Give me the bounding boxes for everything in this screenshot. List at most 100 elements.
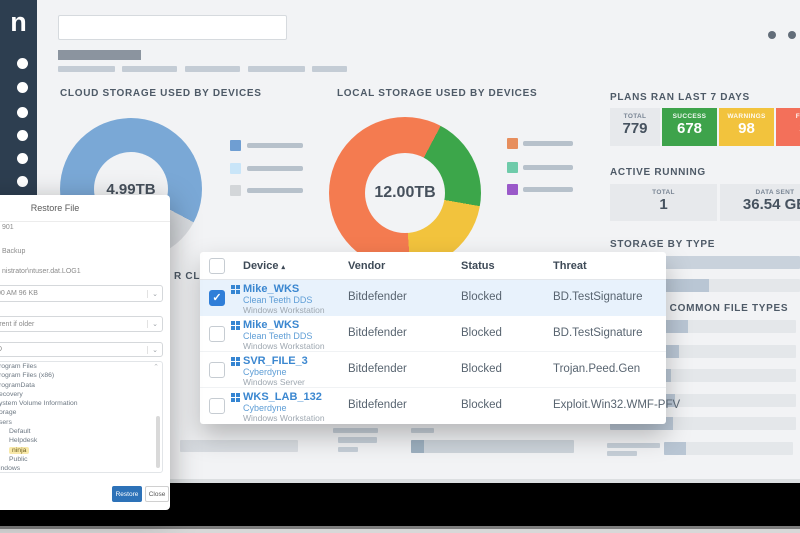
stat-label: TOTAL bbox=[610, 113, 660, 120]
header-menu-dot-icon[interactable] bbox=[788, 31, 796, 39]
placeholder-bar bbox=[338, 447, 358, 452]
device-org: Clean Teeth DDS bbox=[243, 331, 312, 341]
table-row[interactable]: WKS_LAB_132 Cyberdyne Windows Workstatio… bbox=[200, 388, 666, 424]
tree-scrollbar[interactable] bbox=[156, 416, 160, 468]
device-name[interactable]: SVR_FILE_3 bbox=[243, 355, 308, 367]
local-storage-title: LOCAL STORAGE USED BY DEVICES bbox=[337, 88, 537, 99]
tab-placeholder[interactable] bbox=[185, 66, 240, 72]
stat-label: TOTAL bbox=[610, 189, 717, 196]
column-device[interactable]: Device ▴ bbox=[243, 260, 285, 272]
device-os: Windows Workstation bbox=[243, 341, 325, 351]
tree-item[interactable]: rogram Files (x86) bbox=[0, 371, 162, 380]
app-logo: n bbox=[0, 8, 37, 36]
vendor-cell: Bitdefender bbox=[348, 291, 407, 303]
restore-button[interactable]: Restore bbox=[112, 486, 142, 502]
tab-placeholder[interactable] bbox=[122, 66, 177, 72]
version-dropdown[interactable]: 00 AM 96 KB ⌄ bbox=[0, 285, 163, 302]
stat-total-plans: TOTAL 779 bbox=[610, 108, 660, 146]
legend-swatch-icon bbox=[507, 184, 518, 195]
overwrite-dropdown[interactable]: rrent if older ⌄ bbox=[0, 316, 163, 332]
row-checkbox[interactable]: ✓ bbox=[209, 290, 225, 306]
legend-swatch-icon bbox=[507, 138, 518, 149]
vendor-cell: Bitdefender bbox=[348, 363, 407, 375]
device-os: Windows Workstation bbox=[243, 305, 325, 315]
tab-placeholder[interactable] bbox=[312, 66, 347, 72]
select-all-checkbox[interactable] bbox=[209, 258, 225, 274]
location-dropdown[interactable]: D ⌄ bbox=[0, 342, 163, 357]
legend-label-placeholder bbox=[523, 187, 573, 192]
device-name[interactable]: Mike_WKS bbox=[243, 319, 299, 331]
stat-warnings: WARNINGS 98 bbox=[719, 108, 774, 146]
stat-value: 779 bbox=[610, 120, 660, 138]
tree-item[interactable]: Default bbox=[0, 427, 162, 436]
file-type-bar bbox=[664, 442, 793, 455]
stat-label: WARNINGS bbox=[719, 113, 774, 120]
threat-cell: BD.TestSignature bbox=[553, 291, 643, 303]
tree-item[interactable]: Public bbox=[0, 455, 162, 464]
tab-placeholder[interactable] bbox=[248, 66, 305, 72]
divider bbox=[0, 221, 170, 222]
row-checkbox[interactable] bbox=[209, 362, 225, 378]
status-cell: Blocked bbox=[461, 291, 502, 303]
status-cell: Blocked bbox=[461, 327, 502, 339]
sort-asc-icon: ▴ bbox=[282, 264, 286, 271]
stat-label: DATA SENT bbox=[720, 189, 800, 196]
tree-item-selected[interactable]: ninja bbox=[0, 446, 162, 455]
placeholder-bar bbox=[338, 437, 377, 443]
tab-placeholder[interactable] bbox=[58, 66, 115, 72]
device-org: Cyberdyne bbox=[243, 367, 287, 377]
tree-item[interactable]: rogramData bbox=[0, 381, 162, 390]
nav-dot-icon[interactable] bbox=[17, 176, 28, 187]
tree-item[interactable]: indows bbox=[0, 464, 162, 473]
local-storage-value: 12.00TB bbox=[374, 184, 435, 202]
device-name[interactable]: Mike_WKS bbox=[243, 283, 299, 295]
chevron-down-icon: ⌄ bbox=[147, 346, 158, 354]
stat-data-sent: DATA SENT 36.54 GB bbox=[720, 184, 800, 221]
threat-cell: Trojan.Peed.Gen bbox=[553, 363, 640, 375]
vendor-cell: Bitdefender bbox=[348, 399, 407, 411]
nav-dot-icon[interactable] bbox=[17, 153, 28, 164]
folder-tree: ⌃ rogram Files rogram Files (x86) rogram… bbox=[0, 361, 163, 473]
threat-table: Device ▴ Vendor Status Threat ✓ Mike_WKS… bbox=[200, 252, 666, 424]
dropdown-value: D bbox=[0, 346, 2, 353]
plans-ran-title: PLANS RAN LAST 7 DAYS bbox=[610, 92, 750, 103]
windows-icon bbox=[231, 285, 240, 294]
table-row[interactable]: SVR_FILE_3 Cyberdyne Windows Server Bitd… bbox=[200, 352, 666, 388]
column-status[interactable]: Status bbox=[461, 260, 495, 272]
chevron-down-icon: ⌄ bbox=[147, 320, 158, 328]
restore-file-modal: Restore File 901 Backup nistrator\ntuser… bbox=[0, 195, 170, 510]
table-row[interactable]: Mike_WKS Clean Teeth DDS Windows Worksta… bbox=[200, 316, 666, 352]
legend-label-placeholder bbox=[523, 165, 573, 170]
close-button[interactable]: Close bbox=[145, 486, 169, 502]
legend-label-placeholder bbox=[523, 141, 573, 146]
row-checkbox[interactable] bbox=[209, 326, 225, 342]
label-placeholder bbox=[607, 451, 637, 456]
tree-item[interactable]: Helpdesk bbox=[0, 436, 162, 445]
device-name[interactable]: WKS_LAB_132 bbox=[243, 391, 322, 403]
status-cell: Blocked bbox=[461, 363, 502, 375]
nav-dot-icon[interactable] bbox=[17, 130, 28, 141]
column-threat[interactable]: Threat bbox=[553, 260, 587, 272]
local-storage-donut-chart: 12.00TB bbox=[329, 117, 481, 269]
nav-dot-icon[interactable] bbox=[17, 58, 28, 69]
app-canvas: n CLOUD STORAGE USED BY DEVICES 4.99TB bbox=[0, 0, 800, 533]
tree-item[interactable]: ecovery bbox=[0, 390, 162, 399]
tree-item[interactable]: ystem Volume Information bbox=[0, 399, 162, 408]
nav-dot-icon[interactable] bbox=[17, 82, 28, 93]
header-menu-dot-icon[interactable] bbox=[768, 31, 776, 39]
table-header-row: Device ▴ Vendor Status Threat bbox=[200, 252, 666, 280]
column-vendor[interactable]: Vendor bbox=[348, 260, 385, 272]
tree-item[interactable]: rogram Files bbox=[0, 362, 162, 371]
status-cell: Blocked bbox=[461, 399, 502, 411]
row-checkbox[interactable] bbox=[209, 398, 225, 414]
chevron-down-icon: ⌄ bbox=[147, 290, 158, 298]
label-placeholder bbox=[607, 443, 660, 448]
tree-item[interactable]: orage bbox=[0, 408, 162, 417]
legend-label-placeholder bbox=[247, 166, 303, 171]
legend-swatch-icon bbox=[230, 140, 241, 151]
table-row[interactable]: ✓ Mike_WKS Clean Teeth DDS Windows Works… bbox=[200, 280, 666, 316]
nav-dot-icon[interactable] bbox=[17, 107, 28, 118]
tree-item[interactable]: sers bbox=[0, 418, 162, 427]
search-input[interactable] bbox=[58, 15, 287, 40]
placeholder-bar bbox=[411, 428, 434, 433]
